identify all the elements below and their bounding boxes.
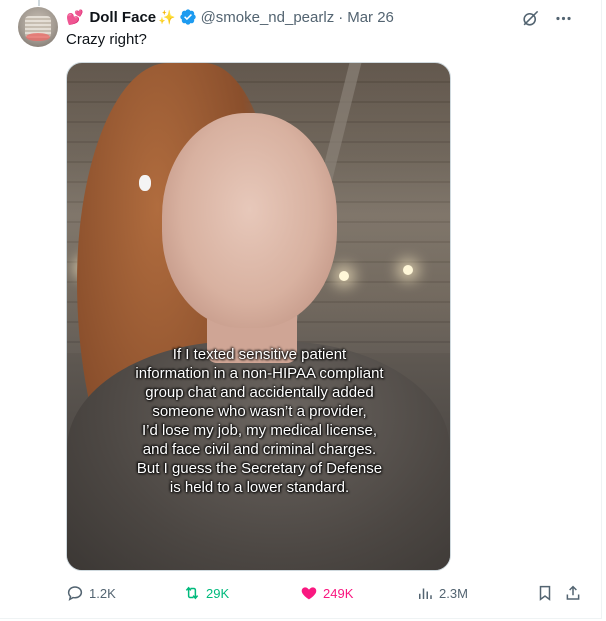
repost-icon — [185, 586, 199, 600]
caption-line: someone who wasn’t a provider, — [152, 403, 367, 420]
author-handle[interactable]: @smoke_nd_pearlz — [201, 9, 335, 26]
caption-line: and face civil and criminal charges. — [142, 441, 377, 458]
sparkle-emoji: ✨ — [158, 8, 176, 25]
caption-line: information in a non-HIPAA compliant — [135, 365, 384, 382]
bookmark-button[interactable] — [536, 584, 554, 602]
caption-line: But I guess the Secretary of Defense — [136, 460, 383, 477]
caption-line: group chat and accidentally added — [145, 384, 374, 401]
caption-line: is held to a lower standard. — [169, 479, 350, 496]
reply-icon — [67, 586, 83, 601]
tweet-date[interactable]: Mar 26 — [347, 9, 394, 26]
tweet-actions-bar: 1.2K 29K 249K 2.3M — [66, 584, 586, 606]
caption-line: If I texted sensitive patient — [172, 346, 347, 363]
video-light — [339, 271, 349, 281]
separator-dot: · — [338, 8, 344, 26]
earbud — [139, 175, 151, 191]
reply-count: 1.2K — [89, 585, 116, 601]
tweet-header: 💕 Doll Face ✨ @smoke_nd_pearlz · Mar 26 — [66, 7, 394, 27]
reply-button[interactable]: 1.2K — [66, 584, 116, 602]
repost-button[interactable]: 29K — [183, 584, 229, 602]
tweet-card[interactable]: 💕 Doll Face ✨ @smoke_nd_pearlz · Mar 26 … — [0, 0, 602, 619]
heart-emoji: 💕 — [66, 8, 84, 25]
thread-line — [38, 0, 40, 6]
caption-line: I’d lose my job, my medical license, — [141, 422, 378, 439]
views-button[interactable]: 2.3M — [416, 584, 468, 602]
share-icon — [566, 585, 580, 600]
avatar-image-detail — [26, 33, 50, 41]
display-name[interactable]: Doll Face — [89, 9, 156, 26]
avatar[interactable] — [18, 7, 58, 47]
repost-count: 29K — [206, 585, 230, 601]
like-button[interactable]: 249K — [300, 584, 353, 602]
like-count: 249K — [323, 585, 354, 601]
tweet-video[interactable]: If I texted sensitive patient informatio… — [66, 62, 451, 571]
views-icon — [419, 588, 432, 599]
like-icon — [301, 587, 317, 600]
views-count: 2.3M — [439, 585, 468, 601]
video-person-face — [162, 113, 337, 328]
grok-icon[interactable] — [521, 9, 540, 28]
tweet-text: Crazy right? — [66, 31, 147, 48]
more-icon[interactable] — [554, 9, 573, 28]
video-caption: If I texted sensitive patient informatio… — [107, 345, 412, 497]
bookmark-icon — [539, 585, 551, 601]
video-light — [403, 265, 413, 275]
verified-icon[interactable] — [179, 8, 197, 26]
share-button[interactable] — [564, 584, 582, 602]
tweet-top-actions — [521, 9, 573, 28]
